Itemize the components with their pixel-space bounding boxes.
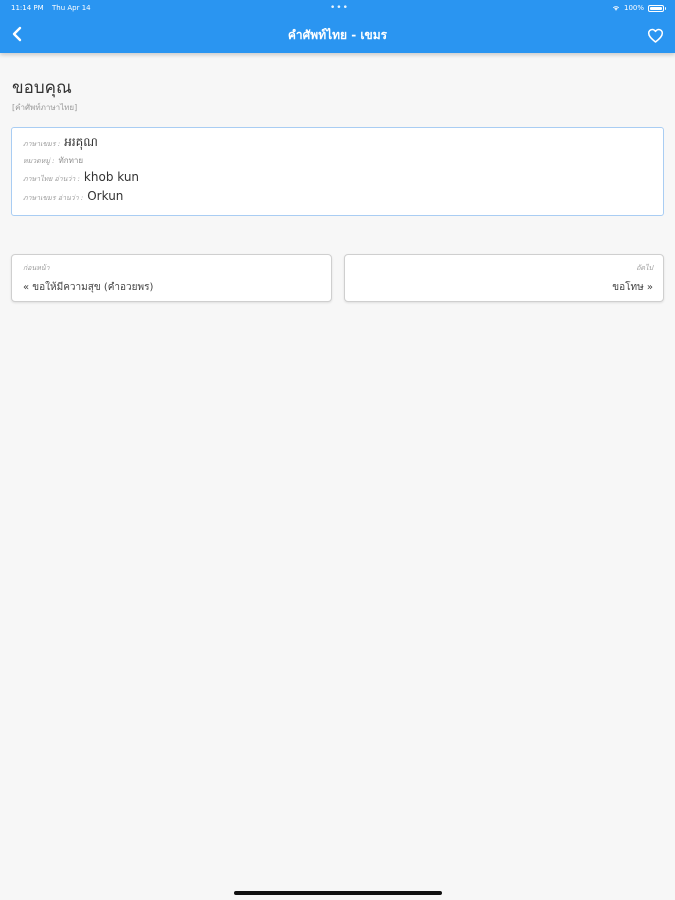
category-row: หมวดหมู่ : ทักทาย xyxy=(23,154,83,167)
next-word-label: ขอโทษ » xyxy=(612,282,653,293)
thai-reading-row: ภาษาไทย อ่านว่า : khob kun xyxy=(23,170,139,185)
status-right: 100% xyxy=(612,0,666,16)
previous-caption: ก่อนหน้า xyxy=(23,264,50,272)
previous-word-button[interactable]: ก่อนหน้า « ขอให้มีความสุข (คำอวยพร) xyxy=(11,254,332,302)
wifi-icon xyxy=(612,6,620,11)
app-screen: 11:14 PM Thu Apr 14 ••• 100% คำศัพท์ไทย … xyxy=(0,0,675,900)
previous-word-label: « ขอให้มีความสุข (คำอวยพร) xyxy=(23,282,154,293)
khmer-reading-value: Orkun xyxy=(87,189,124,203)
status-time: 11:14 PM xyxy=(11,4,44,12)
thai-reading-label: ภาษาไทย อ่านว่า : xyxy=(23,175,80,183)
khmer-value: អរគុណ xyxy=(64,135,98,149)
battery-icon xyxy=(648,4,666,12)
thai-reading-value: khob kun xyxy=(83,170,140,184)
translation-card: ภาษาเขมร : អរគុណ หมวดหมู่ : ทักทาย ภาษาไ… xyxy=(11,127,664,216)
word-subtitle: [คำศัพท์ภาษาไทย] xyxy=(12,103,78,112)
home-indicator[interactable] xyxy=(234,891,442,895)
khmer-label: ภาษาเขมร : xyxy=(23,140,61,148)
page-title: คำศัพท์ไทย - เขมร xyxy=(287,28,388,42)
battery-percent: 100% xyxy=(623,4,644,12)
status-date: Thu Apr 14 xyxy=(52,4,91,12)
next-word-button[interactable]: ถัดไป ขอโทษ » xyxy=(344,254,664,302)
category-label: หมวดหมู่ : xyxy=(23,157,55,165)
multitask-dots: ••• xyxy=(330,3,349,13)
next-caption: ถัดไป xyxy=(636,264,653,272)
status-bar: 11:14 PM Thu Apr 14 ••• 100% xyxy=(0,0,675,16)
top-bar: 11:14 PM Thu Apr 14 ••• 100% คำศัพท์ไทย … xyxy=(0,0,675,53)
khmer-reading-row: ภาษาเขมร อ่านว่า : Orkun xyxy=(23,189,123,204)
favorite-button[interactable] xyxy=(645,25,665,45)
category-value: ทักทาย xyxy=(58,156,84,165)
khmer-reading-label: ภาษาเขมร อ่านว่า : xyxy=(23,194,84,202)
word-title: ขอบคุณ xyxy=(12,78,72,98)
heart-outline-icon xyxy=(647,28,663,43)
khmer-row: ภาษาเขมร : អរគុណ xyxy=(23,134,98,152)
